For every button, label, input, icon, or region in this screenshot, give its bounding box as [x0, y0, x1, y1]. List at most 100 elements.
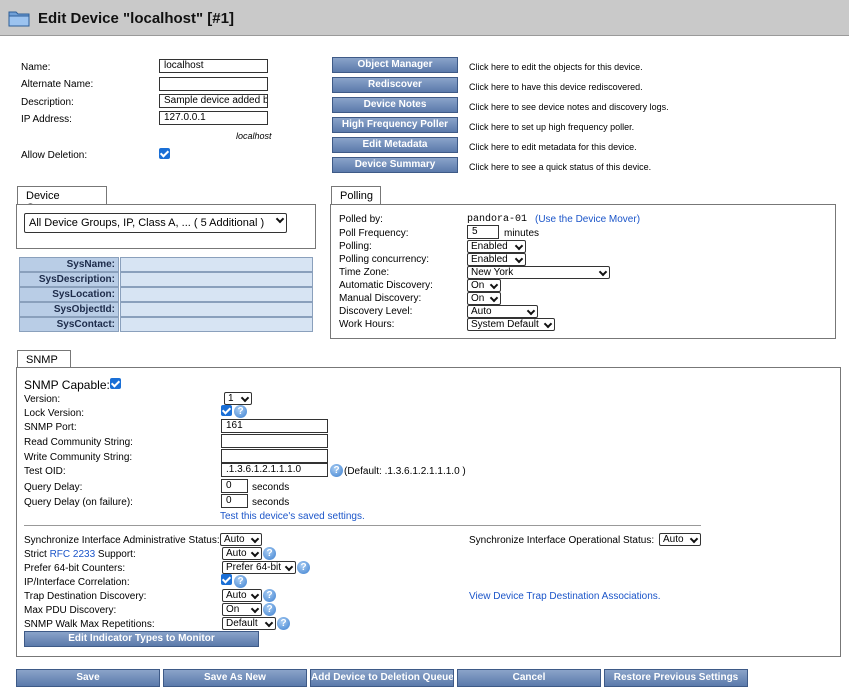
snmp-panel	[16, 367, 841, 657]
polling-select[interactable]: Enabled	[467, 240, 526, 253]
ip-address-label: IP Address:	[21, 114, 72, 125]
trap-associations-link[interactable]: View Device Trap Destination Association…	[469, 591, 661, 602]
add-to-deletion-queue-button[interactable]: Add Device to Deletion Queue	[310, 669, 454, 687]
manual-discovery-label: Manual Discovery:	[339, 293, 422, 304]
walk-max-repetitions-label: SNMP Walk Max Repetitions:	[24, 619, 155, 630]
save-button[interactable]: Save	[16, 669, 160, 687]
write-community-label: Write Community String:	[24, 452, 133, 463]
snmp-version-select[interactable]: 1	[224, 392, 252, 405]
ip-address-input[interactable]: 127.0.0.1	[159, 111, 268, 125]
name-input[interactable]: localhost	[159, 59, 268, 73]
rfc-link[interactable]: RFC 2233	[50, 549, 96, 560]
syslocation-row: SysLocation:	[19, 287, 313, 302]
sync-admin-status-select[interactable]: Auto	[220, 533, 262, 546]
sysname-label: SysName:	[19, 257, 119, 272]
section-divider	[24, 525, 701, 526]
rfc-suffix: Support:	[95, 549, 136, 560]
cancel-button[interactable]: Cancel	[457, 669, 601, 687]
ip-correlation-label: IP/Interface Correlation:	[24, 577, 130, 588]
sysobjectid-label: SysObjectId:	[19, 302, 119, 317]
test-oid-label: Test OID:	[24, 466, 66, 477]
query-delay-failure-input[interactable]: 0	[221, 494, 248, 508]
save-as-new-button[interactable]: Save As New	[163, 669, 307, 687]
sync-oper-status-label: Synchronize Interface Operational Status…	[469, 535, 655, 546]
snmp-port-label: SNMP Port:	[24, 422, 77, 433]
sync-admin-status-label: Synchronize Interface Administrative Sta…	[24, 535, 220, 546]
syscontact-row: SysContact:	[19, 317, 313, 332]
sync-oper-status-select[interactable]: Auto	[659, 533, 701, 546]
automatic-discovery-select[interactable]: On	[467, 279, 501, 292]
device-mover-link[interactable]: (Use the Device Mover)	[535, 214, 640, 225]
tab-snmp[interactable]: SNMP ▼	[17, 350, 71, 377]
syslocation-label: SysLocation:	[19, 287, 119, 302]
syslocation-value	[120, 287, 313, 302]
allow-deletion-checkbox[interactable]	[159, 148, 170, 159]
sysname-value	[120, 257, 313, 272]
snmp-capable-label: SNMP Capable:	[24, 378, 110, 392]
test-oid-input[interactable]: .1.3.6.1.2.1.1.1.0	[221, 463, 328, 477]
sysobjectid-value	[120, 302, 313, 317]
tab-device-groups[interactable]: Device Groups	[17, 186, 107, 214]
rfc-support-label: Strict RFC 2233 Support:	[24, 549, 136, 560]
walk-max-repetitions-select[interactable]: Default	[222, 617, 276, 630]
edit-indicator-types-button[interactable]: Edit Indicator Types to Monitor	[24, 631, 259, 647]
read-community-input[interactable]	[221, 434, 328, 448]
poll-frequency-input[interactable]: 5	[467, 225, 499, 239]
snmp-tab-label: SNMP	[26, 354, 58, 366]
tab-polling[interactable]: Polling	[331, 186, 381, 204]
polled-by-value: pandora-01	[467, 214, 528, 225]
ip-correlation-checkbox[interactable]	[221, 574, 232, 585]
lock-version-checkbox[interactable]	[221, 405, 232, 416]
syscontact-value	[120, 317, 313, 332]
snmp-port-input[interactable]: 161	[221, 419, 328, 433]
edit-metadata-button[interactable]: Edit Metadata	[332, 137, 458, 153]
sysdescription-row: SysDescription:	[19, 272, 313, 287]
max-pdu-select[interactable]: On	[222, 603, 262, 616]
device-notes-desc: Click here to see device notes and disco…	[469, 102, 669, 112]
time-zone-select[interactable]: New York	[467, 266, 610, 279]
description-label: Description:	[21, 97, 74, 108]
help-icon[interactable]: ?	[263, 589, 276, 602]
sysdescription-label: SysDescription:	[19, 272, 119, 287]
high-frequency-poller-desc: Click here to set up high frequency poll…	[469, 122, 635, 132]
help-icon[interactable]: ?	[277, 617, 290, 630]
automatic-discovery-label: Automatic Discovery:	[339, 280, 433, 291]
prefer-64bit-select[interactable]: Prefer 64-bit	[222, 561, 296, 574]
max-pdu-label: Max PDU Discovery:	[24, 605, 117, 616]
discovery-level-select[interactable]: Auto	[467, 305, 538, 318]
help-icon[interactable]: ?	[297, 561, 310, 574]
polling-concurrency-select[interactable]: Enabled	[467, 253, 526, 266]
alternate-name-input[interactable]	[159, 77, 268, 91]
restore-previous-settings-button[interactable]: Restore Previous Settings	[604, 669, 748, 687]
snmp-capable-checkbox[interactable]	[110, 378, 121, 389]
high-frequency-poller-button[interactable]: High Frequency Poller	[332, 117, 458, 133]
syscontact-label: SysContact:	[19, 317, 119, 332]
manual-discovery-select[interactable]: On	[467, 292, 501, 305]
test-settings-link[interactable]: Test this device's saved settings.	[220, 511, 365, 522]
trap-destination-label: Trap Destination Discovery:	[24, 591, 147, 602]
device-groups-select[interactable]: All Device Groups, IP, Class A, ... ( 5 …	[24, 213, 287, 233]
alternate-name-label: Alternate Name:	[21, 79, 94, 90]
help-icon[interactable]: ?	[263, 603, 276, 616]
object-manager-button[interactable]: Object Manager	[332, 57, 458, 73]
rfc-support-select[interactable]: Auto	[222, 547, 262, 560]
description-input[interactable]: Sample device added b	[159, 94, 268, 108]
query-delay-input[interactable]: 0	[221, 479, 248, 493]
help-icon[interactable]: ?	[234, 575, 247, 588]
help-icon[interactable]: ?	[234, 405, 247, 418]
trap-destination-select[interactable]: Auto	[222, 589, 262, 602]
device-notes-button[interactable]: Device Notes	[332, 97, 458, 113]
help-icon[interactable]: ?	[263, 547, 276, 560]
query-delay-unit: seconds	[252, 482, 290, 493]
device-summary-button[interactable]: Device Summary	[332, 157, 458, 173]
prefer-64bit-label: Prefer 64-bit Counters:	[24, 563, 126, 574]
discovery-level-label: Discovery Level:	[339, 306, 413, 317]
help-icon[interactable]: ?	[330, 464, 343, 477]
object-manager-desc: Click here to edit the objects for this …	[469, 62, 643, 72]
poll-frequency-label: Poll Frequency:	[339, 228, 409, 239]
edit-metadata-desc: Click here to edit metadata for this dev…	[469, 142, 637, 152]
write-community-input[interactable]	[221, 449, 328, 463]
polled-by-label: Polled by:	[339, 214, 383, 225]
rediscover-button[interactable]: Rediscover	[332, 77, 458, 93]
work-hours-select[interactable]: System Default	[467, 318, 555, 331]
